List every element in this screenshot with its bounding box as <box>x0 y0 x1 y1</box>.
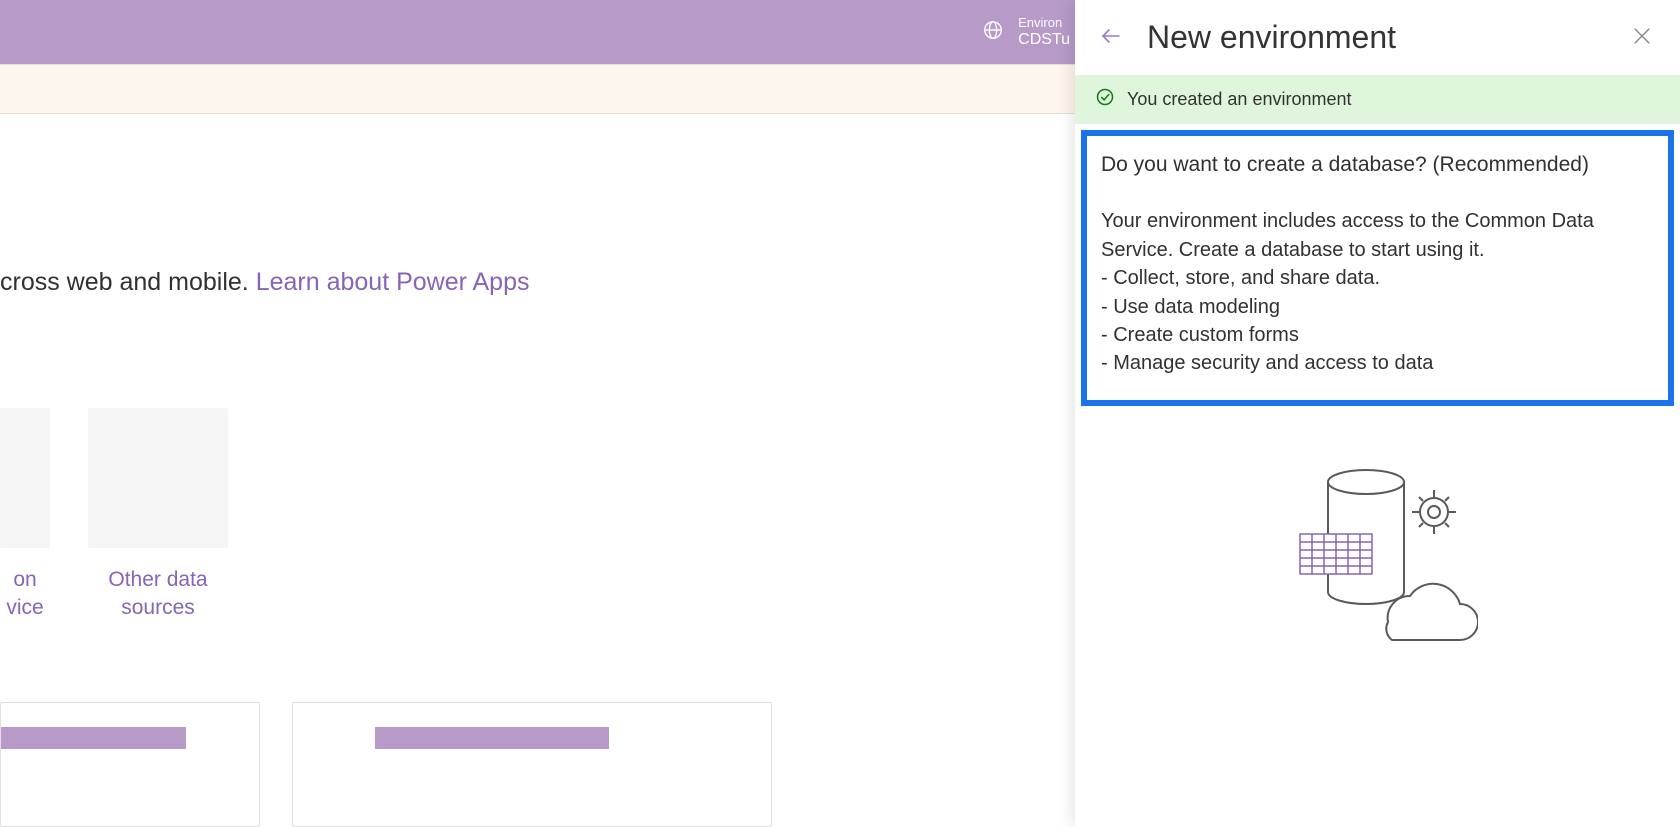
template-cards <box>0 702 772 827</box>
success-message: You created an environment <box>1127 89 1352 110</box>
tile-thumbnail <box>88 408 228 548</box>
panel-title: New environment <box>1147 19 1606 56</box>
main-description-text: cross web and mobile. <box>0 268 256 296</box>
environment-name: CDSTu <box>1018 30 1070 49</box>
close-button[interactable] <box>1624 18 1660 57</box>
database-cloud-icon <box>1278 462 1478 642</box>
arrow-left-icon <box>1099 24 1123 51</box>
bullet-item: - Collect, store, and share data. <box>1101 264 1654 292</box>
new-environment-panel: New environment You created an environme… <box>1075 0 1680 827</box>
environment-label: Environ <box>1018 15 1070 31</box>
notification-band <box>0 64 1075 114</box>
panel-header: New environment <box>1075 0 1680 75</box>
tile-caption: on vice <box>6 566 43 623</box>
tile-other-data-sources[interactable]: Other data sources <box>78 408 238 623</box>
learn-power-apps-link[interactable]: Learn about Power Apps <box>256 268 530 296</box>
data-source-tiles: on vice Other data sources <box>0 408 238 623</box>
globe-icon <box>982 19 1004 46</box>
back-button[interactable] <box>1093 18 1129 57</box>
success-banner: You created an environment <box>1075 75 1680 124</box>
close-icon <box>1630 24 1654 51</box>
prompt-description: Your environment includes access to the … <box>1101 207 1654 264</box>
bullet-item: - Use data modeling <box>1101 293 1654 321</box>
tile-caption: Other data sources <box>108 566 207 623</box>
database-illustration <box>1075 462 1680 642</box>
prompt-question: Do you want to create a database? (Recom… <box>1101 150 1654 179</box>
bullet-item: - Create custom forms <box>1101 321 1654 349</box>
tile-common-data-service[interactable]: on vice <box>0 408 50 623</box>
template-card[interactable] <box>292 702 772 827</box>
environment-switcher[interactable]: Environ CDSTu <box>982 0 1070 64</box>
template-card[interactable] <box>0 702 260 827</box>
bullet-item: - Manage security and access to data <box>1101 349 1654 377</box>
main-description: cross web and mobile. Learn about Power … <box>0 268 530 297</box>
create-database-prompt: Do you want to create a database? (Recom… <box>1081 130 1674 406</box>
environment-label-block: Environ CDSTu <box>1018 15 1070 50</box>
checkmark-circle-icon <box>1095 87 1115 112</box>
prompt-bullets: - Collect, store, and share data. - Use … <box>1101 264 1654 378</box>
card-accent <box>1 727 186 749</box>
card-accent <box>375 727 609 749</box>
tile-thumbnail <box>0 408 50 548</box>
